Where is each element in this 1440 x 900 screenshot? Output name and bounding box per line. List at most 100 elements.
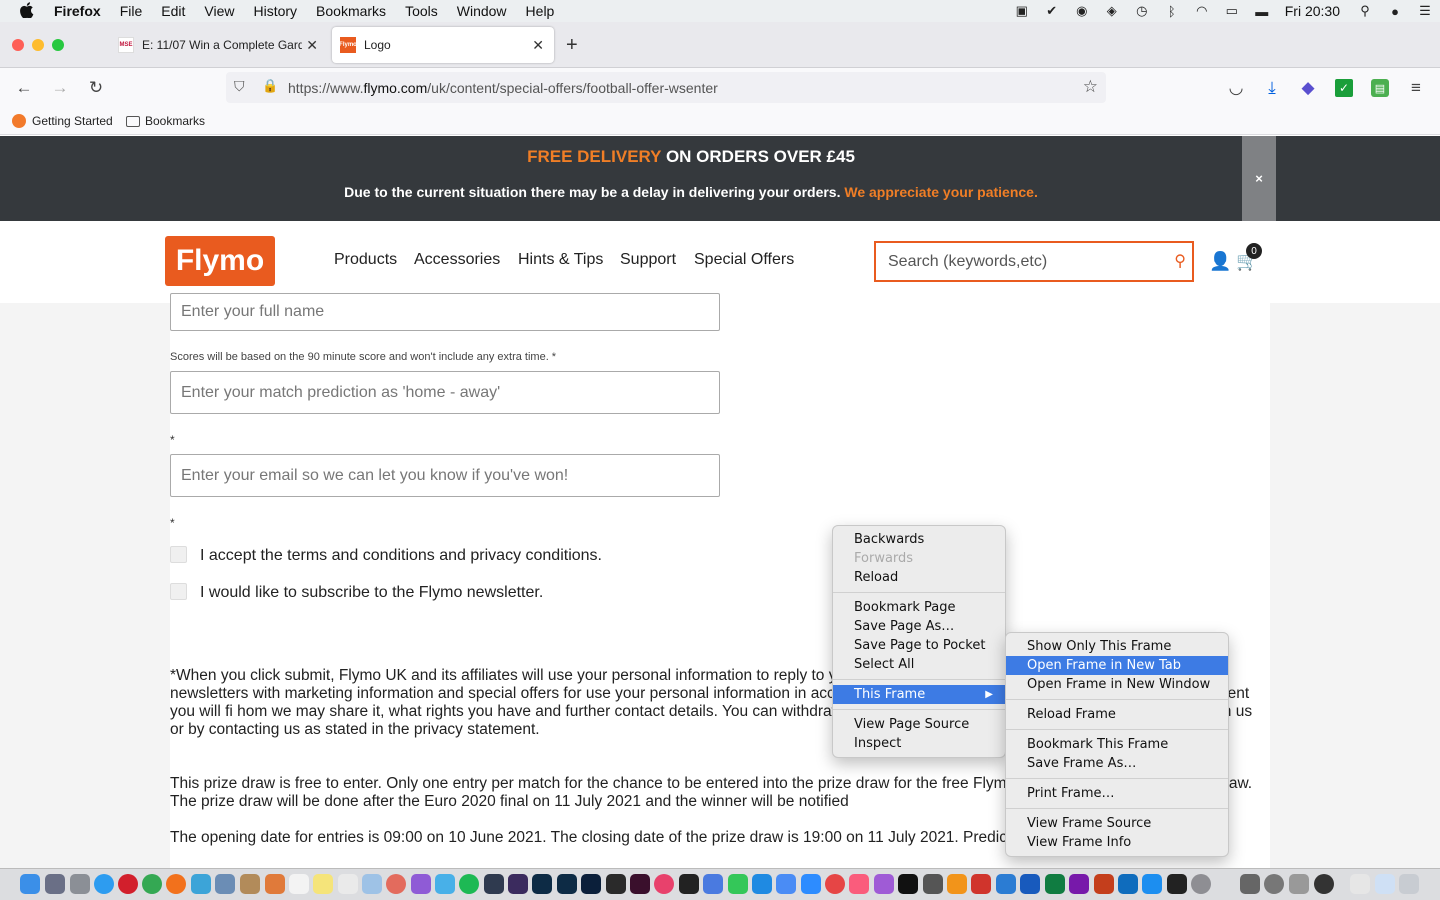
app-misc-icon[interactable] (1240, 874, 1260, 894)
tracking-shield-icon[interactable]: ⛉ (234, 78, 245, 95)
apple-icon[interactable] (19, 1, 35, 21)
signal-icon[interactable] (776, 874, 796, 894)
bookmark-folder-bookmarks[interactable]: Bookmarks (126, 114, 205, 128)
email-input[interactable]: Enter your email so we can let you know … (170, 454, 720, 497)
premiere-icon[interactable] (508, 874, 528, 894)
close-tab-icon[interactable]: ✕ (532, 37, 544, 54)
bluetooth-icon[interactable]: ᛒ (1163, 3, 1181, 19)
dropbox-icon[interactable]: ◈ (1103, 3, 1121, 19)
zoom-icon[interactable] (801, 874, 821, 894)
app-store-icon[interactable] (1142, 874, 1162, 894)
search-icon[interactable]: ⚲ (1174, 251, 1186, 271)
excel-icon[interactable] (1045, 874, 1065, 894)
lock-icon[interactable]: 🔒 (262, 78, 278, 94)
preview-icon[interactable] (215, 874, 235, 894)
nav-support[interactable]: Support (620, 251, 676, 269)
pocket-icon[interactable]: ◡ (1224, 76, 1248, 100)
textedit-icon[interactable] (338, 874, 358, 894)
photos-viewer-icon[interactable] (362, 874, 382, 894)
affinity-icon[interactable] (411, 874, 431, 894)
zoom-window-button[interactable] (52, 39, 64, 51)
minimize-window-button[interactable] (32, 39, 44, 51)
menu-item-forwards[interactable]: Forwards (833, 549, 1005, 568)
music-icon[interactable] (849, 874, 869, 894)
menu-file[interactable]: File (120, 3, 143, 19)
podcasts-icon[interactable] (874, 874, 894, 894)
trash-icon[interactable] (1399, 874, 1419, 894)
full-name-input[interactable]: Enter your full name (170, 293, 720, 331)
menu-app-firefox[interactable]: Firefox (54, 3, 101, 19)
checkmark-extension-icon[interactable]: ✓ (1335, 79, 1353, 97)
dreamweaver-icon[interactable] (630, 874, 650, 894)
app-black-icon[interactable] (679, 874, 699, 894)
bridge-icon[interactable] (606, 874, 626, 894)
menu-item-open-frame-in-new-tab[interactable]: Open Frame in New Tab (1006, 656, 1228, 675)
notes-app-icon[interactable] (240, 874, 260, 894)
airplay-icon[interactable]: ▭ (1223, 3, 1241, 19)
green-extension-icon[interactable]: ▤ (1371, 79, 1389, 97)
disk-utility-icon[interactable] (1264, 874, 1284, 894)
app-store-alt-icon[interactable] (435, 874, 455, 894)
apple-tv-icon[interactable] (898, 874, 918, 894)
document-icon[interactable] (1350, 874, 1370, 894)
phone-icon[interactable] (265, 874, 285, 894)
creative-cloud-icon[interactable]: ◉ (1073, 3, 1091, 19)
powerpoint-icon[interactable] (1094, 874, 1114, 894)
system-preferences-icon[interactable] (1191, 874, 1211, 894)
app-gray-icon[interactable] (923, 874, 943, 894)
menu-item-open-frame-in-new-window[interactable]: Open Frame in New Window (1006, 675, 1228, 694)
check-status-icon[interactable]: ✔ (1043, 3, 1061, 19)
menu-item-reload[interactable]: Reload (833, 568, 1005, 587)
lightroom-classic-icon[interactable] (557, 874, 577, 894)
menu-item-select-all[interactable]: Select All (833, 655, 1005, 674)
nav-products[interactable]: Products (334, 251, 397, 269)
app-round-icon[interactable] (1314, 874, 1334, 894)
bookmark-getting-started[interactable]: Getting Started (12, 114, 113, 128)
menu-history[interactable]: History (253, 3, 297, 19)
launchpad-icon[interactable] (45, 874, 65, 894)
opera-icon[interactable] (118, 874, 138, 894)
firefox-dock-icon[interactable] (166, 874, 186, 894)
tab-mse[interactable]: MSE E: 11/07 Win a Complete Garden ✕ (110, 27, 328, 63)
battery-icon[interactable]: ▬ (1253, 3, 1271, 19)
menu-bookmarks[interactable]: Bookmarks (316, 3, 386, 19)
hamburger-menu-icon[interactable]: ≡ (1404, 76, 1428, 100)
nav-hints-tips[interactable]: Hints & Tips (518, 251, 603, 269)
wifi-icon[interactable]: ◠ (1193, 3, 1211, 19)
tab-flymo-logo[interactable]: Flymo Logo ✕ (332, 27, 554, 63)
messages-icon[interactable] (728, 874, 748, 894)
onenote-icon[interactable] (1069, 874, 1089, 894)
flymo-logo[interactable]: Flymo (165, 236, 275, 286)
banner-close-button[interactable]: × (1242, 136, 1276, 221)
menu-item-save-to-pocket[interactable]: Save Page to Pocket (833, 636, 1005, 655)
finder-icon[interactable] (20, 874, 40, 894)
spotify-icon[interactable] (459, 874, 479, 894)
safari-icon[interactable] (94, 874, 114, 894)
preview-alt-icon[interactable] (996, 874, 1016, 894)
word-icon[interactable] (1020, 874, 1040, 894)
chrome-icon[interactable] (142, 874, 162, 894)
new-tab-icon[interactable]: + (566, 34, 578, 57)
menu-window[interactable]: Window (457, 3, 507, 19)
forward-icon[interactable]: → (48, 76, 72, 100)
messages-alt-icon[interactable] (703, 874, 723, 894)
menu-item-print-frame[interactable]: Print Frame… (1006, 784, 1228, 803)
menu-tools[interactable]: Tools (405, 3, 438, 19)
spotlight-search-icon[interactable]: ⚲ (1356, 3, 1374, 19)
app-8-icon[interactable] (191, 874, 211, 894)
menu-item-show-only-this-frame[interactable]: Show Only This Frame (1006, 637, 1228, 656)
lightroom-icon[interactable] (532, 874, 552, 894)
calendar-icon[interactable] (289, 874, 309, 894)
photoshop-icon[interactable] (581, 874, 601, 894)
menu-view[interactable]: View (204, 3, 234, 19)
back-icon[interactable]: ← (12, 76, 36, 100)
account-icon[interactable]: 👤 (1209, 251, 1231, 272)
menu-item-this-frame[interactable]: This Frame ▶ (833, 685, 1005, 704)
stickies-icon[interactable] (313, 874, 333, 894)
siri-icon[interactable]: ● (1386, 3, 1404, 19)
status-app-icon[interactable]: ▣ (1013, 3, 1031, 19)
nav-accessories[interactable]: Accessories (414, 251, 500, 269)
newsletter-checkbox[interactable] (170, 583, 187, 600)
screenshot-icon[interactable] (1289, 874, 1309, 894)
menu-item-reload-frame[interactable]: Reload Frame (1006, 705, 1228, 724)
